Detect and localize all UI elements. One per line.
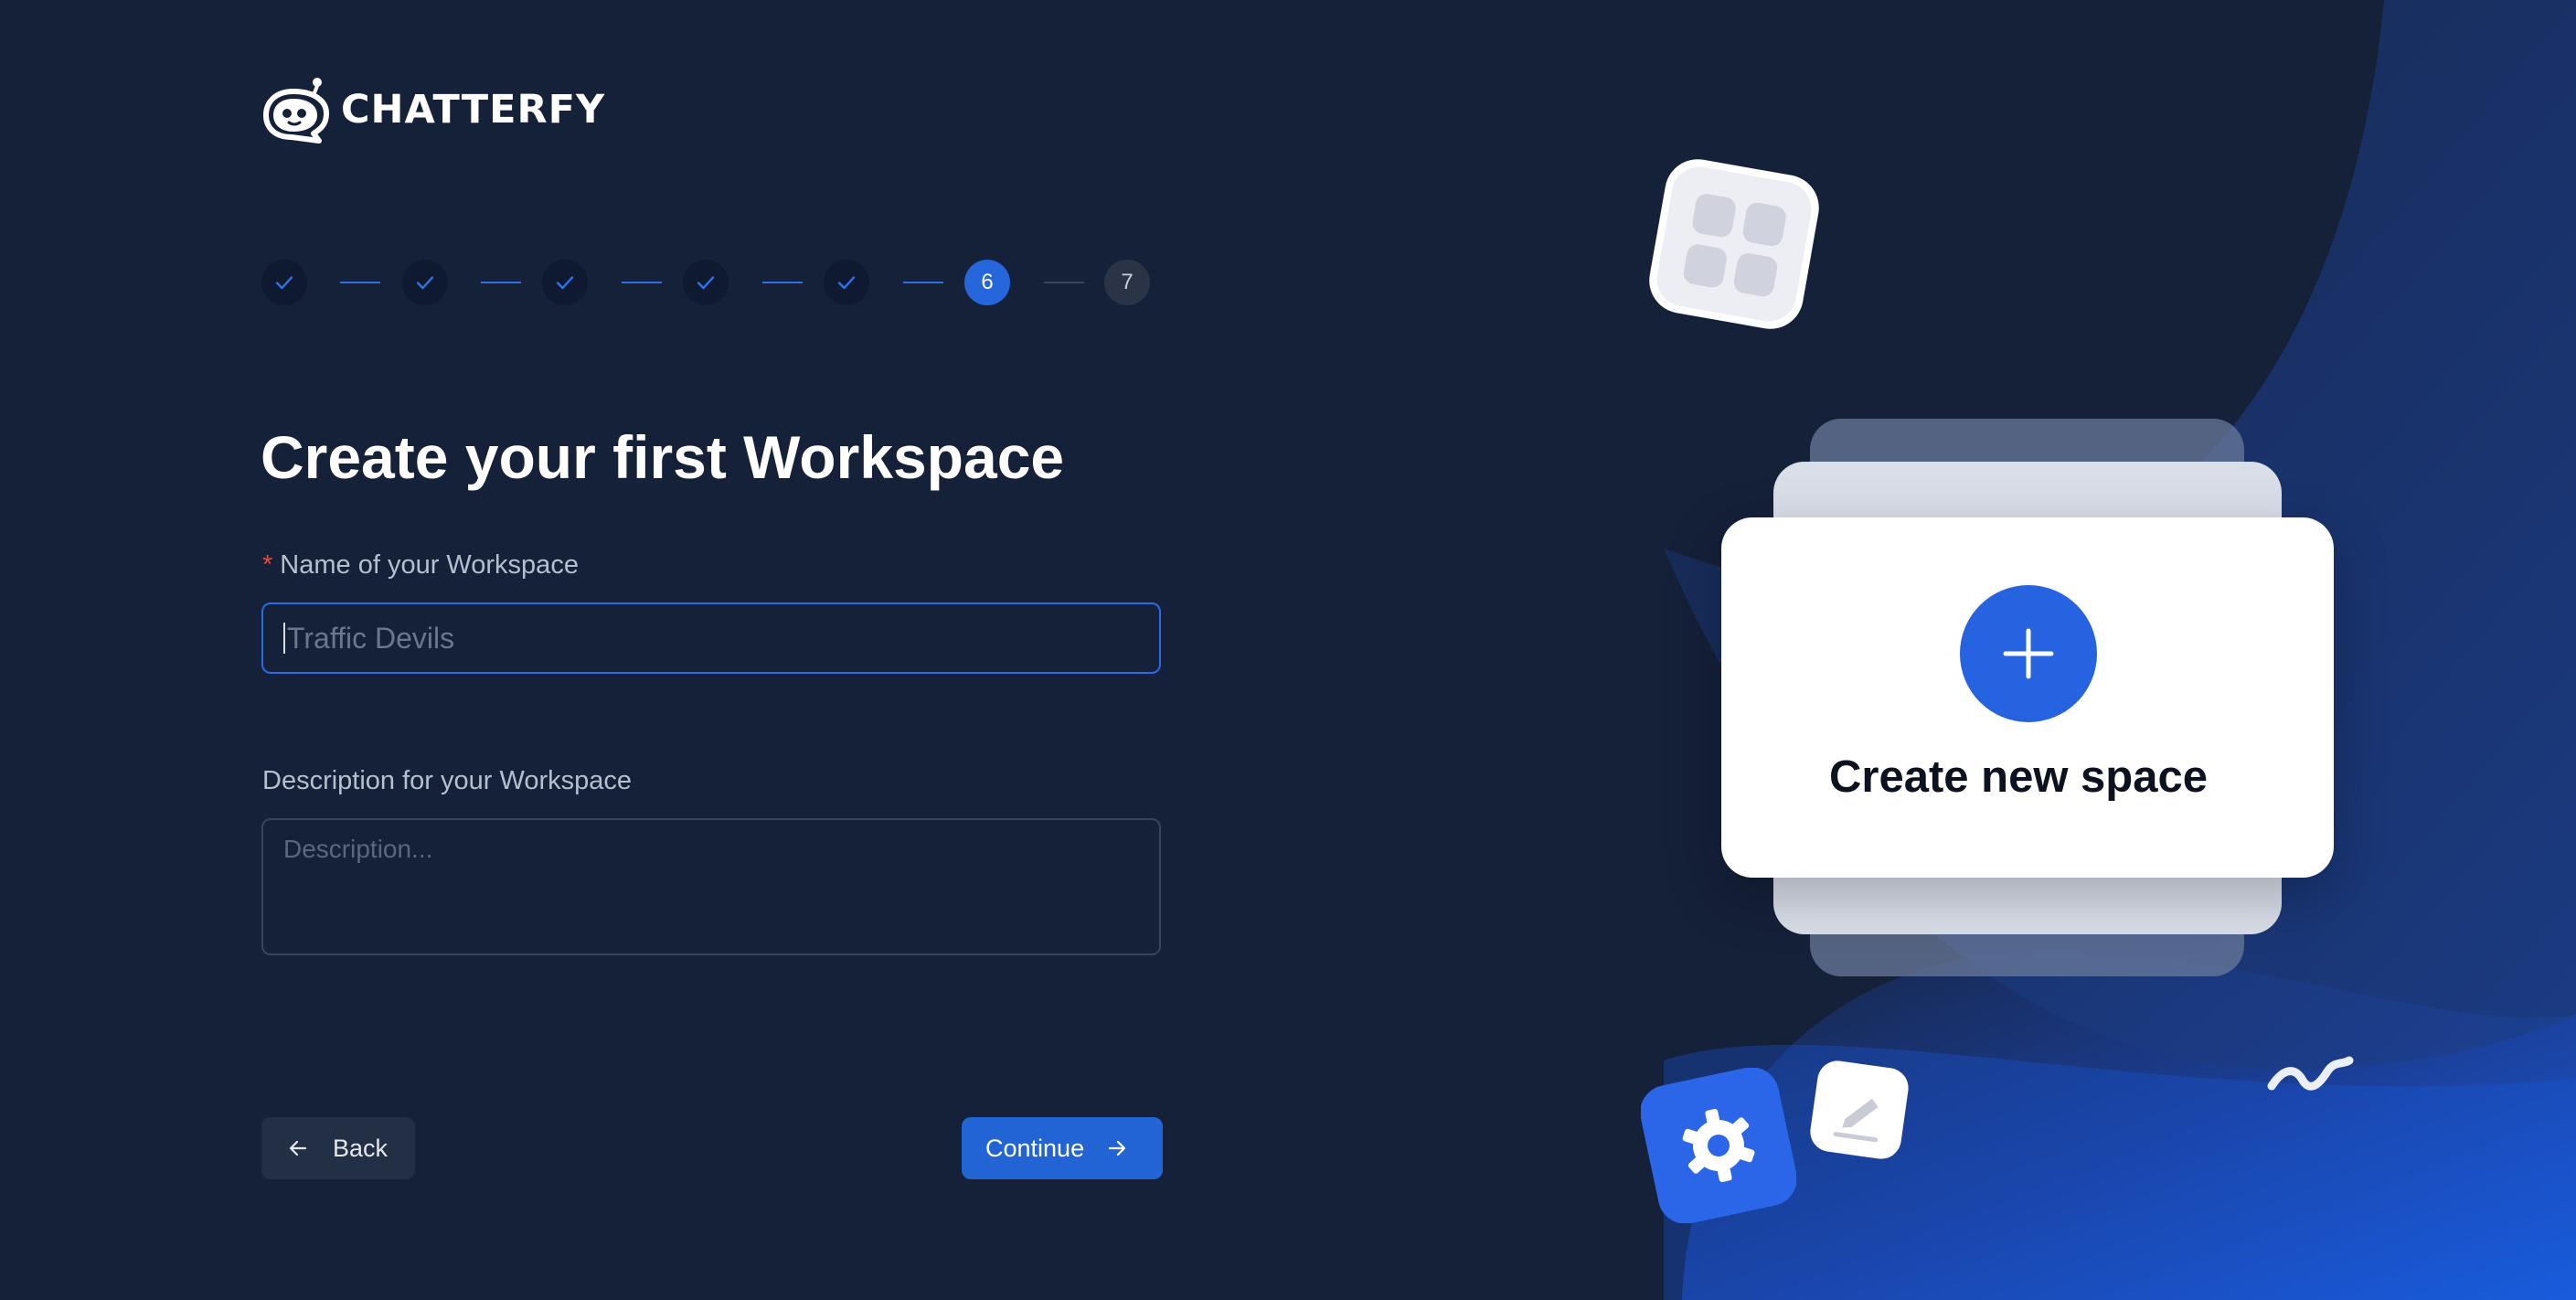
progress-stepper: 6 7 [261, 260, 1150, 305]
plus-circle [1960, 585, 2097, 722]
back-button[interactable]: Back [261, 1117, 415, 1179]
workspace-description-placeholder: Description... [283, 835, 433, 863]
step-6-current: 6 [964, 260, 1010, 305]
check-icon [697, 276, 715, 290]
step-connector [1044, 282, 1084, 283]
step-3-complete [542, 260, 588, 305]
required-mark: * [262, 550, 273, 580]
step-connector [903, 282, 943, 283]
workspace-name-label-text: Name of your Workspace [280, 550, 579, 580]
step-2-complete [402, 260, 448, 305]
brand-logo: CHATTERFY [261, 73, 605, 146]
back-button-label: Back [333, 1134, 389, 1162]
workspace-description-label: Description for your Workspace [262, 766, 633, 795]
pen-icon [1810, 1060, 1909, 1159]
continue-button[interactable]: Continue [962, 1117, 1163, 1179]
step-connector [340, 282, 380, 283]
step-connector [622, 282, 662, 283]
check-icon [556, 276, 574, 290]
robot-chat-bubble-icon [263, 78, 329, 144]
continue-button-label: Continue [985, 1134, 1085, 1162]
step-1-complete [261, 260, 307, 305]
page-title: Create your first Workspace [261, 423, 1065, 491]
check-icon [416, 276, 434, 290]
step-7-pending: 7 [1104, 260, 1150, 305]
step-connector [481, 282, 521, 283]
check-icon [275, 276, 293, 290]
step-connector [762, 282, 803, 283]
grid-apps-icon [1649, 159, 1819, 329]
check-icon [837, 276, 856, 290]
create-new-space-card: Create new space [1721, 517, 2334, 878]
workspace-description-input[interactable]: Description... [261, 818, 1161, 955]
step-4-complete [683, 260, 729, 305]
create-new-space-title: Create new space [1829, 752, 2208, 802]
workspace-name-placeholder: Traffic Devils [287, 621, 455, 655]
arrow-right-icon [1108, 1140, 1126, 1156]
brand-name: CHATTERFY [341, 87, 606, 133]
workspace-name-label: * Name of your Workspace [262, 550, 579, 581]
arrow-left-icon [289, 1140, 307, 1156]
plus-icon [2003, 628, 2054, 679]
onboarding-form-panel: CHATTERFY 6 7 Create your first Workspac… [0, 0, 1554, 1300]
text-caret [283, 623, 285, 654]
gear-icon [1641, 1068, 1796, 1223]
step-5-complete [824, 260, 869, 305]
workspace-name-input[interactable]: Traffic Devils [261, 602, 1161, 674]
